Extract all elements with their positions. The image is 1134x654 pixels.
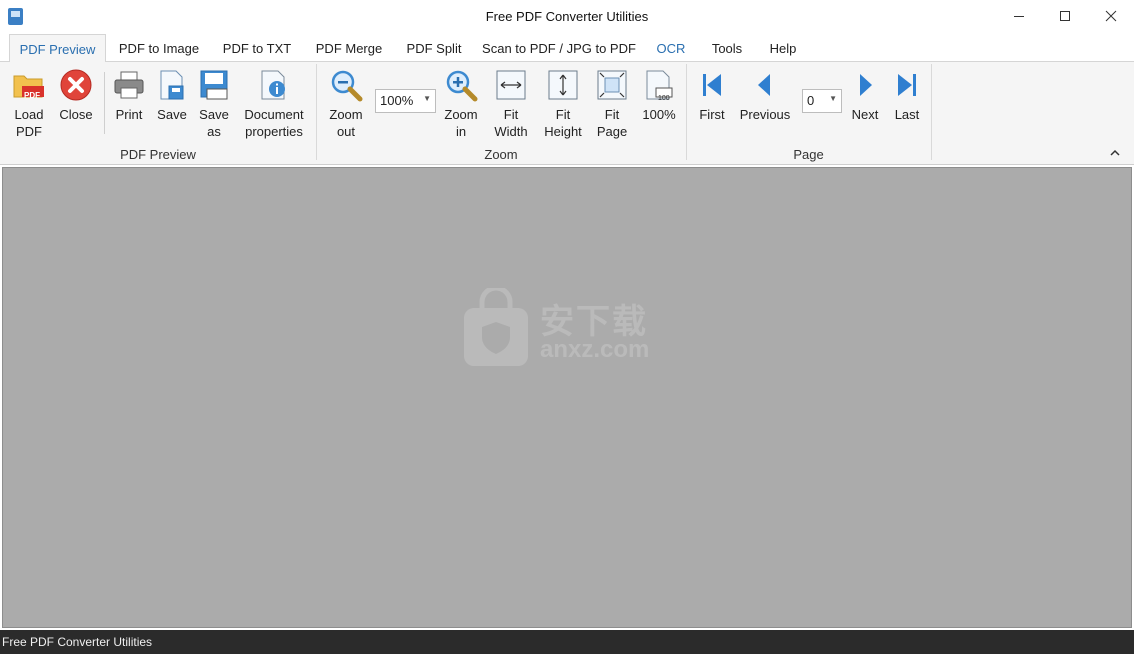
window-title: Free PDF Converter Utilities	[485, 9, 649, 24]
status-text: Free PDF Converter Utilities	[2, 635, 153, 649]
print-button[interactable]: Print	[110, 68, 148, 123]
tab-pdf-split[interactable]: PDF Split	[401, 34, 467, 63]
close-circle-icon	[59, 68, 93, 102]
ribbon-divider	[104, 72, 105, 134]
first-label: First	[699, 107, 725, 122]
zoom-in-button[interactable]: Zoom in	[440, 68, 482, 140]
group-label-pdf-preview: PDF Preview	[120, 147, 196, 162]
next-icon	[848, 68, 882, 102]
group-divider	[931, 64, 932, 160]
tab-pdf-merge[interactable]: PDF Merge	[309, 34, 389, 63]
actual-size-button[interactable]: 100 100%	[639, 68, 679, 123]
minimize-button[interactable]	[996, 4, 1042, 28]
chevron-down-icon: ▼	[423, 94, 431, 103]
ribbon-tabs: PDF Preview PDF to Image PDF to TXT PDF …	[0, 32, 1134, 63]
actual-size-label: 100%	[642, 107, 676, 122]
group-label-page: Page	[793, 147, 824, 162]
collapse-ribbon-icon[interactable]	[1110, 146, 1120, 160]
tab-pdf-to-txt[interactable]: PDF to TXT	[218, 34, 296, 63]
fit-page-icon	[595, 68, 629, 102]
last-page-button[interactable]: Last	[890, 68, 924, 123]
pdf-badge-text: PDF	[24, 91, 40, 100]
fit-width-icon	[494, 68, 528, 102]
fit-page-button[interactable]: Fit Page	[592, 68, 632, 140]
pdf-preview-area[interactable]: 安下载 anxz.com	[2, 167, 1132, 628]
watermark-logo: 安下载 anxz.com	[460, 286, 680, 370]
tab-pdf-to-image[interactable]: PDF to Image	[112, 34, 206, 63]
group-label-zoom: Zoom	[484, 147, 518, 162]
zoom-in-icon	[444, 68, 478, 102]
load-pdf-button[interactable]: PDF Load PDF	[8, 68, 50, 140]
first-page-button[interactable]: First	[694, 68, 730, 123]
tab-help[interactable]: Help	[763, 34, 803, 63]
group-divider	[686, 64, 687, 160]
fit-page-label: Fit Page	[596, 107, 628, 139]
fit-width-button[interactable]: Fit Width	[490, 68, 532, 140]
previous-page-button[interactable]: Previous	[738, 68, 792, 123]
close-label: Close	[59, 107, 93, 122]
fit-width-label: Fit Width	[494, 107, 528, 139]
tab-pdf-preview[interactable]: PDF Preview	[9, 34, 106, 63]
last-label: Last	[894, 107, 920, 122]
previous-label: Previous	[739, 107, 791, 122]
previous-icon	[748, 68, 782, 102]
close-pdf-button[interactable]: Close	[56, 68, 96, 123]
zoom-select[interactable]: 100% ▼	[375, 89, 436, 113]
document-properties-label: Document properties	[244, 107, 304, 139]
fit-height-button[interactable]: Fit Height	[541, 68, 585, 140]
tab-scan-to-pdf[interactable]: Scan to PDF / JPG to PDF	[479, 34, 639, 63]
page-select[interactable]: 0 ▼	[802, 89, 842, 113]
zoom-out-icon	[329, 68, 363, 102]
save-as-icon	[197, 68, 231, 102]
fit-height-label: Fit Height	[544, 107, 582, 139]
status-bar: Free PDF Converter Utilities	[0, 630, 1134, 654]
title-bar: Free PDF Converter Utilities	[0, 0, 1134, 32]
actual-size-icon: 100	[642, 68, 676, 102]
fit-height-icon	[546, 68, 580, 102]
zoom-out-label: Zoom out	[329, 107, 363, 139]
save-as-button[interactable]: Save as	[195, 68, 233, 140]
save-document-icon	[155, 68, 189, 102]
maximize-button[interactable]	[1042, 4, 1088, 28]
save-as-label: Save as	[199, 107, 229, 139]
save-label: Save	[157, 107, 187, 122]
document-info-icon	[257, 68, 291, 102]
maximize-icon	[1060, 11, 1070, 21]
next-page-button[interactable]: Next	[848, 68, 882, 123]
actual-size-badge: 100	[658, 95, 670, 102]
page-value: 0	[807, 93, 815, 108]
printer-icon	[112, 68, 146, 102]
save-button[interactable]: Save	[153, 68, 191, 123]
tab-ocr[interactable]: OCR	[651, 34, 691, 63]
next-label: Next	[851, 107, 879, 122]
print-label: Print	[115, 107, 143, 122]
zoom-value: 100%	[380, 93, 414, 108]
watermark-domain-text: anxz.com	[540, 336, 650, 363]
load-pdf-label: Load PDF	[14, 107, 44, 139]
shopping-bag-shield-icon	[464, 288, 528, 366]
minimize-icon	[1014, 15, 1024, 17]
ribbon: PDF Load PDF Close Print Save Save as Do…	[0, 62, 1134, 165]
group-divider	[316, 64, 317, 160]
zoom-out-button[interactable]: Zoom out	[324, 68, 368, 140]
close-window-button[interactable]	[1088, 4, 1134, 28]
close-icon	[1105, 10, 1117, 22]
first-page-icon	[695, 68, 729, 102]
chevron-down-icon: ▼	[829, 94, 837, 103]
folder-pdf-icon: PDF	[12, 68, 46, 102]
zoom-in-label: Zoom in	[444, 107, 478, 139]
last-page-icon	[890, 68, 924, 102]
document-properties-button[interactable]: Document properties	[241, 68, 307, 140]
tab-tools[interactable]: Tools	[704, 34, 750, 63]
